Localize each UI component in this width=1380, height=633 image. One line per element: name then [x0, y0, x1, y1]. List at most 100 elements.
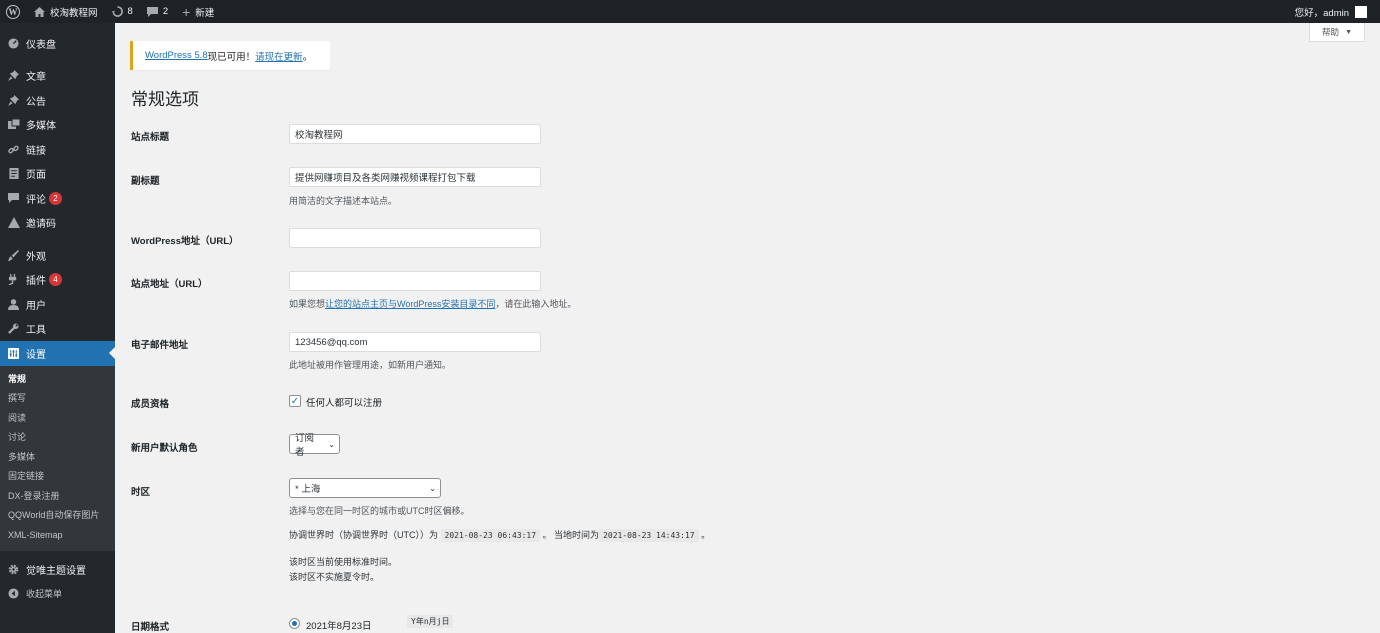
invite-icon — [6, 217, 21, 229]
submenu-item-general[interactable]: 常规 — [0, 370, 115, 390]
sidebar-item-comments[interactable]: 评论 2 — [0, 186, 115, 211]
sidebar-item-pages[interactable]: 页面 — [0, 162, 115, 187]
sidebar-item-label: 页面 — [26, 170, 46, 182]
date-format-label: 日期格式 — [131, 622, 170, 633]
comments-count: 2 — [162, 6, 169, 17]
settings-icon — [6, 347, 21, 359]
page-icon — [6, 168, 21, 180]
collapse-menu-button[interactable]: 收起菜单 — [0, 582, 115, 607]
admin-bar: W 校淘教程网 8 2 + 新建 您好，admin — [0, 0, 1380, 23]
dashboard-icon — [6, 38, 21, 49]
submenu-item-permalinks[interactable]: 固定链接 — [0, 467, 115, 487]
site-url-desc-pre: 如果您想 — [289, 299, 326, 309]
site-name-menu[interactable]: 校淘教程网 — [27, 0, 105, 23]
submenu-item-media[interactable]: 多媒体 — [0, 448, 115, 468]
comments-badge: 2 — [49, 191, 62, 205]
main-content: 帮助 ▼ WordPress 5.8 现已可用！ 请现在更新 。 常规选项 站点… — [115, 23, 1380, 633]
sidebar-item-label: 评论 — [26, 194, 46, 206]
date-format-code: Y年n月j日 — [407, 615, 454, 628]
sidebar-item-label: 觉唯主题设置 — [26, 565, 86, 577]
submenu-item-writing[interactable]: 撰写 — [0, 389, 115, 409]
site-url-description: 如果您想让您的站点主页与WordPress安装目录不同，请在此输入地址。 — [289, 297, 576, 310]
local-time-label: 。 当地时间为 — [542, 530, 600, 540]
tagline-label: 副标题 — [131, 176, 160, 187]
sidebar-item-label: 邀请码 — [26, 219, 56, 231]
sidebar-item-posts[interactable]: 文章 — [0, 64, 115, 89]
sidebar-item-invite-codes[interactable]: 邀请码 — [0, 211, 115, 236]
date-format-radio[interactable] — [289, 618, 300, 629]
updates-count: 8 — [127, 6, 133, 17]
sidebar-item-plugins[interactable]: 插件 4 — [0, 268, 115, 293]
submenu-item-dx-login[interactable]: DX-登录注册 — [0, 487, 115, 507]
help-tab-button[interactable]: 帮助 ▼ — [1309, 23, 1365, 42]
wp-logo-menu[interactable]: W — [0, 0, 27, 23]
plugins-badge: 4 — [49, 273, 62, 287]
membership-label: 成员资格 — [131, 399, 170, 410]
site-url-desc-post: ，请在此输入地址。 — [495, 299, 577, 309]
comment-icon — [6, 193, 21, 204]
settings-submenu: 常规 撰写 阅读 讨论 多媒体 固定链接 DX-登录注册 QQWorld自动保存… — [0, 365, 115, 551]
brush-icon — [6, 249, 21, 261]
sidebar-item-users[interactable]: 用户 — [0, 292, 115, 317]
local-time-end: 。 — [701, 530, 711, 540]
sidebar-item-media[interactable]: 多媒体 — [0, 113, 115, 138]
email-label: 电子邮件地址 — [131, 340, 189, 351]
timezone-note-dst: 该时区不实施夏令时。 — [289, 572, 380, 582]
site-url-input[interactable] — [289, 271, 541, 291]
membership-checkbox[interactable]: ✓ — [289, 395, 301, 407]
site-url-label: 站点地址（URL） — [131, 279, 208, 290]
timezone-note-standard: 该时区当前使用标准时间。 — [289, 557, 398, 567]
tagline-input[interactable]: 提供网赚项目及各类网赚视频课程打包下载 — [289, 167, 541, 187]
sidebar-item-label: 仪表盘 — [26, 39, 56, 51]
local-time: 2021-08-23 14:43:17 — [599, 529, 699, 542]
date-format-option-label: 2021年8月23日 — [306, 621, 372, 632]
site-title-input[interactable]: 校淘教程网 — [289, 124, 541, 144]
sidebar-item-label: 多媒体 — [26, 121, 56, 133]
updates-menu[interactable]: 8 — [105, 0, 140, 23]
greeting: 您好，admin — [1294, 7, 1349, 19]
submenu-item-discussion[interactable]: 讨论 — [0, 428, 115, 448]
sidebar-item-label: 链接 — [26, 145, 46, 157]
sidebar-item-dashboard[interactable]: 仪表盘 — [0, 31, 115, 56]
timezone-select[interactable]: * 上海 ⌄ — [289, 478, 441, 498]
sidebar-item-settings[interactable]: 设置 — [0, 341, 115, 366]
tagline-description: 用简洁的文字描述本站点。 — [289, 196, 398, 206]
site-url-help-link[interactable]: 让您的站点主页与WordPress安装目录不同 — [325, 299, 495, 309]
sidebar-item-appearance[interactable]: 外观 — [0, 243, 115, 268]
sidebar-item-label: 工具 — [26, 325, 46, 337]
my-account-menu[interactable]: 您好，admin — [1288, 0, 1374, 23]
submenu-item-qqworld[interactable]: QQWorld自动保存图片 — [0, 506, 115, 526]
admin-sidebar: 仪表盘 文章 公告 多媒体 链接 页面 评论 2 邀请码 外观 插件 4 用户 … — [0, 23, 115, 633]
update-now-link[interactable]: 请现在更新 — [255, 49, 303, 63]
media-icon — [6, 119, 21, 130]
default-role-select[interactable]: 订阅者 ⌄ — [289, 433, 340, 458]
sidebar-item-theme-settings[interactable]: 觉唯主题设置 — [0, 557, 115, 582]
sidebar-item-announcements[interactable]: 公告 — [0, 88, 115, 113]
membership-checkbox-label: 任何人都可以注册 — [306, 398, 383, 409]
sidebar-item-label: 外观 — [26, 251, 46, 263]
sidebar-item-links[interactable]: 链接 — [0, 137, 115, 162]
wrench-icon — [6, 323, 21, 335]
submenu-item-xml-sitemap[interactable]: XML-Sitemap — [0, 526, 115, 546]
wp-url-input[interactable] — [289, 228, 541, 248]
new-content-menu[interactable]: + 新建 — [175, 0, 221, 23]
pin-icon — [6, 94, 21, 106]
utc-time: 2021-08-23 06:43:17 — [440, 529, 541, 542]
sidebar-item-tools[interactable]: 工具 — [0, 317, 115, 342]
home-icon — [34, 6, 45, 17]
submenu-item-reading[interactable]: 阅读 — [0, 409, 115, 429]
wordpress-version-link[interactable]: WordPress 5.8 — [145, 50, 208, 61]
site-title-label: 站点标题 — [131, 132, 170, 143]
new-label: 新建 — [195, 7, 215, 19]
comments-menu[interactable]: 2 — [140, 0, 175, 23]
help-label: 帮助 — [1322, 27, 1340, 37]
checkmark-icon: ✓ — [290, 395, 300, 407]
avatar — [1355, 5, 1367, 18]
email-input[interactable]: 123456@qq.com — [289, 332, 541, 352]
sidebar-item-label: 插件 — [26, 276, 46, 288]
radio-selected-dot — [292, 621, 297, 626]
timezone-label: 时区 — [131, 487, 151, 498]
gear-icon — [6, 564, 21, 575]
wordpress-logo-icon: W — [6, 4, 20, 19]
sidebar-item-label: 文章 — [26, 72, 46, 84]
